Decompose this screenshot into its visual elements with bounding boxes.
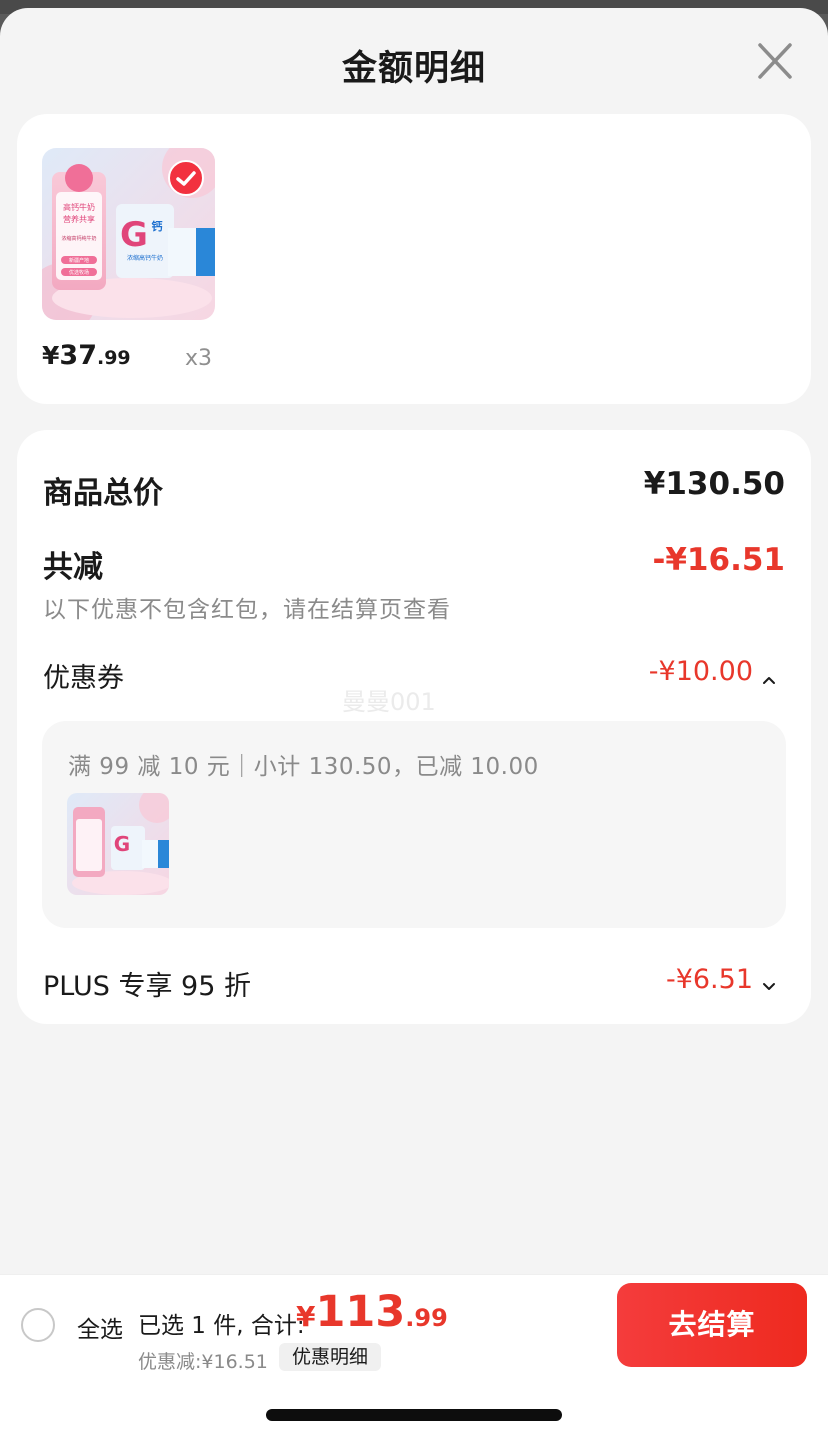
price-decimal: .99 bbox=[96, 347, 131, 369]
goods-total-label: 商品总价 bbox=[43, 476, 163, 511]
price-integer: 37 bbox=[59, 340, 97, 371]
total-price: ¥113.99 bbox=[296, 1287, 448, 1337]
image-text: 新疆产地 bbox=[69, 257, 89, 264]
image-text: 浓缩高钙纯牛奶 bbox=[61, 235, 96, 242]
image-text: 高钙牛奶 bbox=[63, 202, 95, 212]
product-quantity: x3 bbox=[185, 346, 213, 371]
total-reduced-value: -¥16.51 bbox=[652, 542, 786, 578]
image-text: 优选牧场 bbox=[69, 269, 89, 276]
checkout-button[interactable]: 去结算 bbox=[617, 1283, 807, 1367]
chevron-down-icon[interactable] bbox=[762, 976, 776, 990]
total-integer: 113 bbox=[315, 1287, 406, 1337]
total-decimal: .99 bbox=[405, 1304, 448, 1332]
svg-text:G: G bbox=[120, 215, 148, 255]
coupon-description: 满 99 减 10 元｜小计 130.50，已减 10.00 bbox=[68, 754, 539, 780]
goods-total-value: ¥130.50 bbox=[643, 466, 785, 502]
plus-discount-value[interactable]: -¥6.51 bbox=[666, 964, 753, 995]
amount-detail-sheet: 金额明细 高钙牛奶 营养共享 浓缩高钙纯牛奶 新疆产地 优选牧场 G 钙 浓缩高… bbox=[0, 8, 828, 1446]
image-text: 营养共享 bbox=[63, 214, 95, 224]
coupon-value[interactable]: -¥10.00 bbox=[649, 656, 753, 687]
discount-detail-button[interactable]: 优惠明细 bbox=[279, 1343, 382, 1371]
discount-note: 以下优惠不包含红包，请在结算页查看 bbox=[43, 597, 451, 623]
image-text: 钙 bbox=[152, 219, 163, 233]
close-icon[interactable] bbox=[752, 42, 798, 82]
discount-summary: 优惠减:¥16.51 bbox=[138, 1351, 268, 1373]
coupon-product-image: G bbox=[67, 793, 169, 895]
product-price: ¥37.99 bbox=[42, 340, 131, 371]
currency-symbol: ¥ bbox=[296, 1300, 316, 1333]
currency-symbol: ¥ bbox=[42, 341, 60, 370]
plus-discount-label: PLUS 专享 95 折 bbox=[43, 971, 251, 1002]
coupon-detail-box: 满 99 减 10 元｜小计 130.50，已减 10.00 G bbox=[42, 721, 786, 928]
selected-count: 已选 1 件, 合计: bbox=[138, 1313, 305, 1339]
total-reduced-label: 共减 bbox=[43, 550, 103, 585]
chevron-up-icon[interactable] bbox=[762, 670, 776, 684]
product-card: 高钙牛奶 营养共享 浓缩高钙纯牛奶 新疆产地 优选牧场 G 钙 浓缩高钙牛奶 ¥… bbox=[17, 114, 811, 404]
image-text: 浓缩高钙牛奶 bbox=[127, 254, 163, 262]
sheet-title: 金额明细 bbox=[341, 49, 486, 89]
svg-text:G: G bbox=[114, 832, 130, 856]
price-detail-card: 商品总价 ¥130.50 共减 -¥16.51 以下优惠不包含红包，请在结算页查… bbox=[17, 430, 811, 1024]
check-icon[interactable] bbox=[168, 160, 204, 196]
select-all-radio-icon[interactable] bbox=[21, 1308, 55, 1342]
home-indicator[interactable] bbox=[266, 1409, 562, 1421]
watermark-text: 曼曼001 bbox=[342, 688, 436, 716]
select-all-label[interactable]: 全选 bbox=[77, 1310, 123, 1344]
coupon-label: 优惠券 bbox=[43, 663, 124, 694]
checkout-bar: 全选 已选 1 件, 合计: ¥113.99 优惠减:¥16.51 优惠明细 去… bbox=[0, 1274, 828, 1374]
